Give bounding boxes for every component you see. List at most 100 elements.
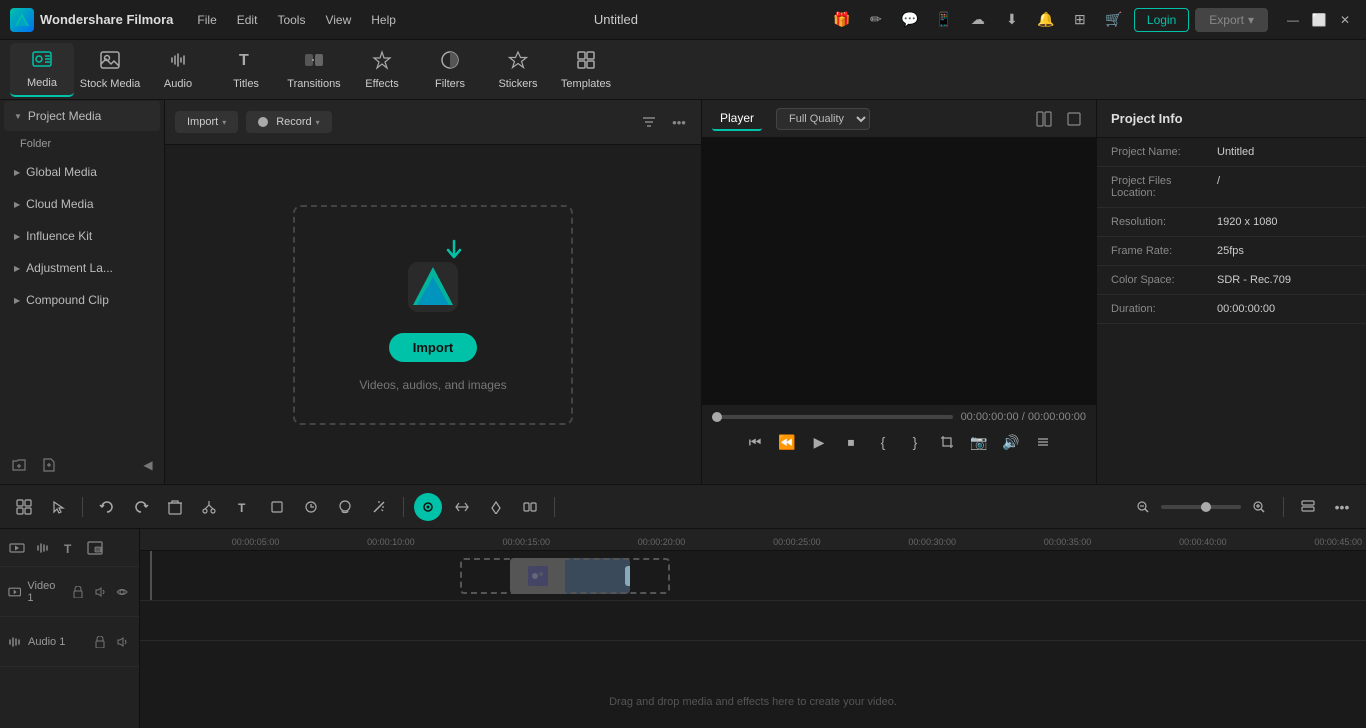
add-pip-icon[interactable] [86,539,104,557]
play-button[interactable]: ▶ [806,429,832,455]
sidebar-item-influence-kit[interactable]: ▶ Influence Kit [4,221,160,251]
arrow-icon: ▶ [14,232,20,241]
export-button[interactable]: Export ▾ [1195,8,1268,32]
drop-target-zone[interactable] [460,558,670,594]
fullscreen-icon[interactable] [1062,107,1086,131]
add-video-track-icon[interactable] [8,539,26,557]
in-point-button[interactable]: { [870,429,896,455]
hide-track-icon[interactable] [113,583,131,601]
lock-audio-track-icon[interactable] [91,633,109,651]
stop-button[interactable]: ⏹ [838,429,864,455]
color-button[interactable] [331,493,359,521]
magic-tool-button[interactable] [365,493,393,521]
more-timeline-options[interactable]: ••• [1328,493,1356,521]
cut-button[interactable] [195,493,223,521]
speed-button[interactable] [297,493,325,521]
text-tool-button[interactable]: T [229,493,257,521]
gift-icon[interactable]: 🎁 [828,6,856,34]
close-button[interactable]: ✕ [1334,9,1356,31]
sidebar-item-label: Project Media [28,109,150,123]
save-cloud-icon[interactable]: ☁ [964,6,992,34]
phone-icon[interactable]: 📱 [930,6,958,34]
pen-icon[interactable]: ✏ [862,6,890,34]
toolbar-transitions[interactable]: Transitions [282,43,346,97]
split-audio-button[interactable] [516,493,544,521]
drop-zone[interactable]: Import Videos, audios, and images [293,205,573,425]
speech-icon[interactable]: 💬 [896,6,924,34]
progress-knob[interactable] [712,412,722,422]
progress-bar[interactable] [712,415,953,419]
player-buttons: ⏮ ⏪ ▶ ⏹ { } 📷 🔊 [712,429,1086,455]
frame-back-button[interactable]: ⏪ [774,429,800,455]
toolbar-templates[interactable]: Templates [554,43,618,97]
menu-help[interactable]: Help [363,9,404,31]
sidebar-item-compound-clip[interactable]: ▶ Compound Clip [4,285,160,315]
toggle-magnetic-button[interactable] [414,493,442,521]
sidebar-item-project-media[interactable]: ▼ Project Media [4,101,160,131]
player-tab[interactable]: Player [712,107,762,131]
toolbar-media[interactable]: Media [10,43,74,97]
toolbar-stickers[interactable]: Stickers [486,43,550,97]
snapshot-button[interactable]: 📷 [966,429,992,455]
add-file-button[interactable] [36,452,62,478]
add-audio-track-icon[interactable] [34,539,52,557]
add-title-track-icon[interactable]: T [60,539,78,557]
delete-button[interactable] [161,493,189,521]
sidebar-item-global-media[interactable]: ▶ Global Media [4,157,160,187]
layout-options-button[interactable] [1294,493,1322,521]
import-button[interactable]: Import ▾ [175,111,238,133]
audio-stretch-button[interactable] [448,493,476,521]
sidebar-item-adjustment-layer[interactable]: ▶ Adjustment La... [4,253,160,283]
track-label-text: Video 1 [27,580,63,604]
toolbar-effects[interactable]: Effects [350,43,414,97]
mute-track-icon[interactable] [91,583,109,601]
collapse-sidebar-button[interactable]: ◀ [138,455,158,475]
crop-button[interactable] [934,429,960,455]
select-tool-button[interactable] [44,493,72,521]
filter-icon[interactable] [637,110,661,134]
import-green-button[interactable]: Import [389,333,477,362]
quality-select[interactable]: Full Quality [776,108,870,130]
out-point-button[interactable]: } [902,429,928,455]
download-icon[interactable]: ⬇ [998,6,1026,34]
toolbar-stock-media[interactable]: Stock Media [78,43,142,97]
zoom-in-button[interactable] [1245,493,1273,521]
redo-button[interactable] [127,493,155,521]
toolbar-filters[interactable]: Filters [418,43,482,97]
media-icon [31,48,53,75]
current-time: 00:00:00:00 / 00:00:00:00 [961,411,1086,423]
menu-view[interactable]: View [317,9,359,31]
lock-track-icon[interactable] [69,583,87,601]
split-view-icon[interactable] [1032,107,1056,131]
crop-tool-button[interactable] [263,493,291,521]
menu-tools[interactable]: Tools [269,9,313,31]
marker-button[interactable] [482,493,510,521]
app-name: Wondershare Filmora [40,12,173,27]
undo-button[interactable] [93,493,121,521]
minimize-button[interactable]: — [1282,9,1304,31]
toolbar-titles[interactable]: T Titles [214,43,278,97]
drop-icon-wrapper [393,237,473,317]
menu-edit[interactable]: Edit [229,9,266,31]
sidebar-item-folder[interactable]: Folder [0,132,164,156]
bell-icon[interactable]: 🔔 [1032,6,1060,34]
timeline-mode-button[interactable] [10,493,38,521]
record-button[interactable]: Record ▾ [246,111,331,133]
toolbar-audio[interactable]: Audio [146,43,210,97]
more-options-icon[interactable]: ••• [667,110,691,134]
add-folder-button[interactable] [6,452,32,478]
login-button[interactable]: Login [1134,8,1189,32]
track-label-audio1: Audio 1 [0,617,139,667]
mute-audio-track-icon[interactable] [113,633,131,651]
maximize-button[interactable]: ⬜ [1308,9,1330,31]
grid-icon[interactable]: ⊞ [1066,6,1094,34]
skip-back-button[interactable]: ⏮ [742,429,768,455]
volume-button[interactable]: 🔊 [998,429,1024,455]
zoom-knob[interactable] [1201,502,1211,512]
zoom-bar[interactable] [1161,505,1241,509]
sidebar-item-cloud-media[interactable]: ▶ Cloud Media [4,189,160,219]
zoom-out-button[interactable] [1129,493,1157,521]
settings-button[interactable] [1030,429,1056,455]
menu-file[interactable]: File [189,9,224,31]
cart-icon[interactable]: 🛒 [1100,6,1128,34]
